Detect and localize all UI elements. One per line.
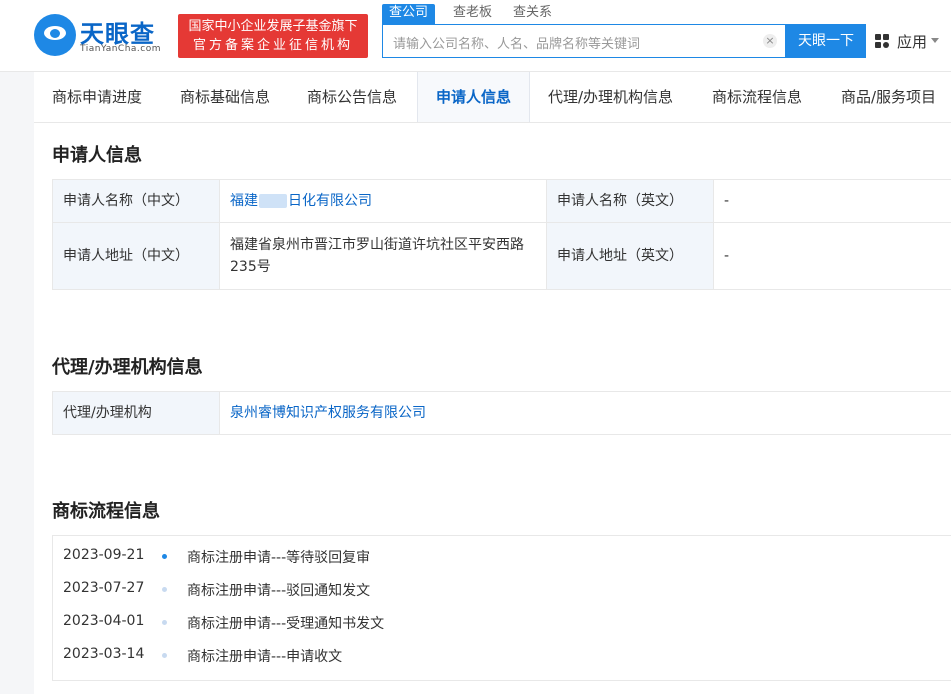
search-input[interactable]: 请输入公司名称、人名、品牌名称等关键词 × [382,24,786,58]
agency-value[interactable]: 泉州睿博知识产权服务有限公司 [220,392,951,435]
agency-section-title: 代理/办理机构信息 [52,357,203,378]
agency-link[interactable]: 泉州睿博知识产权服务有限公司 [230,402,426,424]
applicant-name-en-value: - [714,180,951,223]
timeline-date: 2023-07-27 [63,580,145,596]
timeline-text: 商标注册申请---驳回通知发文 [187,583,371,599]
flow-timeline: 2023-09-21 商标注册申请---等待驳回复审 2023-07-27 商标… [52,535,951,681]
search-tab-boss[interactable]: 查老板 [453,4,492,24]
clear-icon[interactable]: × [763,34,777,48]
applicant-name-en-label: 申请人名称（英文） [547,180,714,223]
tab-applicant-info[interactable]: 申请人信息 [417,72,530,122]
badge-line-1: 国家中小企业发展子基金旗下 [188,19,358,34]
tab-announcement-info[interactable]: 商标公告信息 [307,72,397,122]
tab-agency-info[interactable]: 代理/办理机构信息 [548,72,673,122]
applicant-addr-en-value: - [714,223,951,290]
flow-section-title: 商标流程信息 [52,501,160,522]
applicant-addr-cn-label: 申请人地址（中文） [53,223,220,290]
tab-goods-services[interactable]: 商品/服务项目 [841,72,936,122]
timeline-dot-icon [162,587,167,592]
timeline-dot-icon [162,554,167,559]
official-badge[interactable]: 国家中小企业发展子基金旗下 官方备案企业征信机构 [178,14,368,58]
timeline-dot-icon [162,653,167,658]
detail-tabs: 商标申请进度 商标基础信息 商标公告信息 申请人信息 代理/办理机构信息 商标流… [34,72,951,123]
applicant-name-cn-value[interactable]: 福建 日化有限公司 [220,180,547,223]
timeline-item: 2023-03-14 商标注册申请---申请收文 [53,639,951,672]
tab-flow-info[interactable]: 商标流程信息 [712,72,802,122]
timeline-date: 2023-09-21 [63,547,145,563]
applicant-section-title: 申请人信息 [52,145,142,166]
search-tab-relation[interactable]: 查关系 [513,4,552,24]
site-logo[interactable]: 天眼查 TianYanCha.com [34,14,174,58]
timeline-date: 2023-03-14 [63,646,145,662]
applicant-name-cn-label: 申请人名称（中文） [53,180,220,223]
agency-label: 代理/办理机构 [53,392,220,435]
search-button[interactable]: 天眼一下 [786,24,866,58]
timeline-item: 2023-04-01 商标注册申请---受理通知书发文 [53,606,951,639]
timeline-date: 2023-04-01 [63,613,145,629]
eye-logo-icon [34,14,76,56]
timeline-item: 2023-09-21 商标注册申请---等待驳回复审 [53,540,951,573]
timeline-text: 商标注册申请---申请收文 [187,649,343,665]
main-content: 申请人信息 申请人名称（中文） 福建 日化有限公司 申请人名称（英文） - 申请人… [34,123,951,694]
applicant-name-suffix[interactable]: 日化有限公司 [288,190,372,212]
timeline-item: 2023-07-27 商标注册申请---驳回通知发文 [53,573,951,606]
grid-apps-icon [875,34,889,48]
redaction-mask [259,194,287,208]
applicant-addr-en-label: 申请人地址（英文） [547,223,714,290]
applicant-addr-cn-value: 福建省泉州市晋江市罗山街道许坑社区平安西路235号 [220,223,547,290]
search-placeholder: 请输入公司名称、人名、品牌名称等关键词 [393,37,641,52]
logo-subtitle: TianYanCha.com [80,44,162,54]
timeline-text: 商标注册申请---等待驳回复审 [187,550,371,566]
search-tab-company[interactable]: 查公司 [382,4,436,24]
tab-apply-progress[interactable]: 商标申请进度 [52,72,142,122]
top-header: 天眼查 TianYanCha.com 国家中小企业发展子基金旗下 官方备案企业征… [0,0,951,72]
apps-label: 应用 [897,33,928,51]
tab-basic-info[interactable]: 商标基础信息 [180,72,270,122]
timeline-text: 商标注册申请---受理通知书发文 [187,616,385,632]
agency-table: 代理/办理机构 泉州睿博知识产权服务有限公司 [52,391,951,435]
timeline-dot-icon [162,620,167,625]
caret-down-icon [931,38,939,43]
applicant-table: 申请人名称（中文） 福建 日化有限公司 申请人名称（英文） - 申请人地址（中文）… [52,179,951,290]
badge-line-2: 官方备案企业征信机构 [192,38,353,53]
applicant-name-prefix[interactable]: 福建 [230,190,258,212]
